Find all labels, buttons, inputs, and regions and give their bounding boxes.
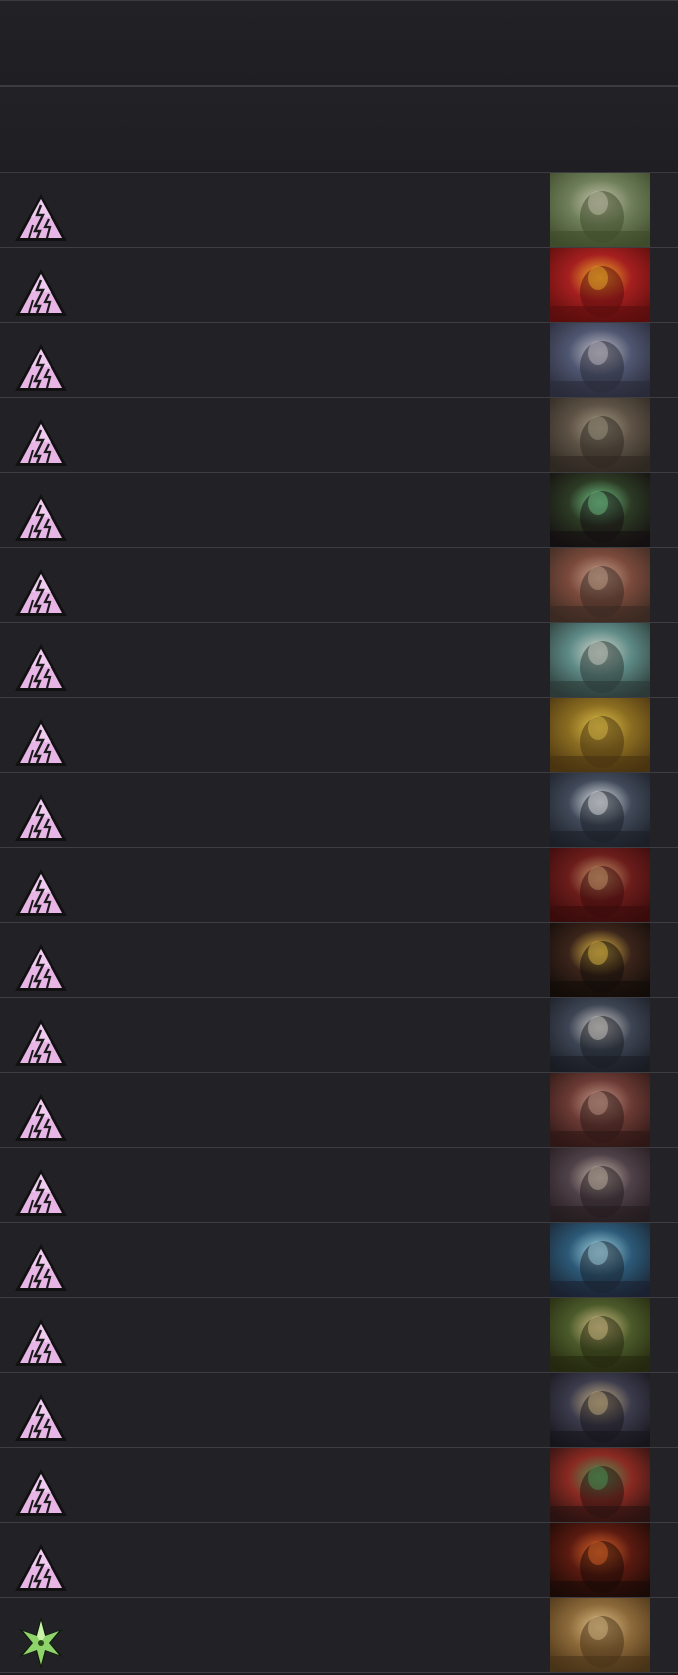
- shadow-wraith-art[interactable]: [550, 323, 650, 397]
- card-row[interactable]: [0, 1523, 678, 1598]
- hooded-hunter-art[interactable]: [550, 1148, 650, 1222]
- row-edge: [650, 1298, 678, 1372]
- card-list-page: [0, 0, 678, 1673]
- green-star-rune-icon: [13, 1616, 69, 1670]
- bone-spikes-art[interactable]: [550, 398, 650, 472]
- green-knights-art[interactable]: [550, 1448, 650, 1522]
- swamp-troll-art[interactable]: [550, 173, 650, 247]
- mist-warriors-art[interactable]: [550, 623, 650, 697]
- row-edge: [650, 1223, 678, 1297]
- row-edge: [650, 773, 678, 847]
- card-row[interactable]: [0, 1148, 678, 1223]
- pyramid-rune-icon: [13, 1316, 69, 1370]
- card-row[interactable]: [0, 1298, 678, 1373]
- header-band-top: [0, 0, 678, 86]
- row-edge: [650, 173, 678, 247]
- row-edge: [650, 848, 678, 922]
- card-row[interactable]: [0, 548, 678, 623]
- fire-fist-art[interactable]: [550, 248, 650, 322]
- pale-reader-art[interactable]: [550, 998, 650, 1072]
- row-edge: [650, 1148, 678, 1222]
- pyramid-rune-icon: [13, 1541, 69, 1595]
- crimson-brute-art[interactable]: [550, 848, 650, 922]
- pyramid-rune-icon: [13, 1166, 69, 1220]
- header-band-filter: [0, 86, 678, 173]
- pyramid-rune-icon: [13, 416, 69, 470]
- forest-elder-art[interactable]: [550, 1298, 650, 1372]
- card-row[interactable]: [0, 1598, 678, 1673]
- card-row[interactable]: [0, 1073, 678, 1148]
- pyramid-rune-icon: [13, 941, 69, 995]
- row-edge: [650, 1073, 678, 1147]
- card-row[interactable]: [0, 1448, 678, 1523]
- row-edge: [650, 998, 678, 1072]
- card-row[interactable]: [0, 323, 678, 398]
- pyramid-rune-icon: [13, 266, 69, 320]
- golden-halo-art[interactable]: [550, 923, 650, 997]
- row-edge: [650, 548, 678, 622]
- card-row[interactable]: [0, 923, 678, 998]
- card-row[interactable]: [0, 848, 678, 923]
- pyramid-rune-icon: [13, 1016, 69, 1070]
- grey-ghoul-art[interactable]: [550, 773, 650, 847]
- sand-idol-art[interactable]: [550, 1598, 650, 1672]
- card-row[interactable]: [0, 173, 678, 248]
- card-row[interactable]: [0, 473, 678, 548]
- card-row[interactable]: [0, 698, 678, 773]
- row-edge: [650, 1598, 678, 1672]
- pyramid-rune-icon: [13, 1466, 69, 1520]
- card-row[interactable]: [0, 773, 678, 848]
- spirit-hands-art[interactable]: [550, 1223, 650, 1297]
- row-edge: [650, 1523, 678, 1597]
- gold-hoard-art[interactable]: [550, 698, 650, 772]
- fallen-body-art[interactable]: [550, 1073, 650, 1147]
- lava-maw-art[interactable]: [550, 1523, 650, 1597]
- row-edge: [650, 623, 678, 697]
- row-edge: [650, 923, 678, 997]
- card-row[interactable]: [0, 248, 678, 323]
- row-edge: [650, 1448, 678, 1522]
- spider-swarm-art[interactable]: [550, 473, 650, 547]
- pyramid-rune-icon: [13, 191, 69, 245]
- dark-temple-art[interactable]: [550, 1373, 650, 1447]
- row-edge: [650, 473, 678, 547]
- pyramid-rune-icon: [13, 1391, 69, 1445]
- pyramid-rune-icon: [13, 566, 69, 620]
- pyramid-rune-icon: [13, 791, 69, 845]
- card-row[interactable]: [0, 1223, 678, 1298]
- red-dress-witch-art[interactable]: [550, 548, 650, 622]
- row-edge: [650, 1373, 678, 1447]
- card-row[interactable]: [0, 623, 678, 698]
- card-row[interactable]: [0, 1373, 678, 1448]
- pyramid-rune-icon: [13, 641, 69, 695]
- card-list: [0, 173, 678, 1673]
- pyramid-rune-icon: [13, 1091, 69, 1145]
- row-edge: [650, 398, 678, 472]
- pyramid-rune-icon: [13, 716, 69, 770]
- pyramid-rune-icon: [13, 866, 69, 920]
- card-row[interactable]: [0, 398, 678, 473]
- pyramid-rune-icon: [13, 1241, 69, 1295]
- row-edge: [650, 248, 678, 322]
- row-edge: [650, 323, 678, 397]
- card-row[interactable]: [0, 998, 678, 1073]
- row-edge: [650, 698, 678, 772]
- pyramid-rune-icon: [13, 491, 69, 545]
- pyramid-rune-icon: [13, 341, 69, 395]
